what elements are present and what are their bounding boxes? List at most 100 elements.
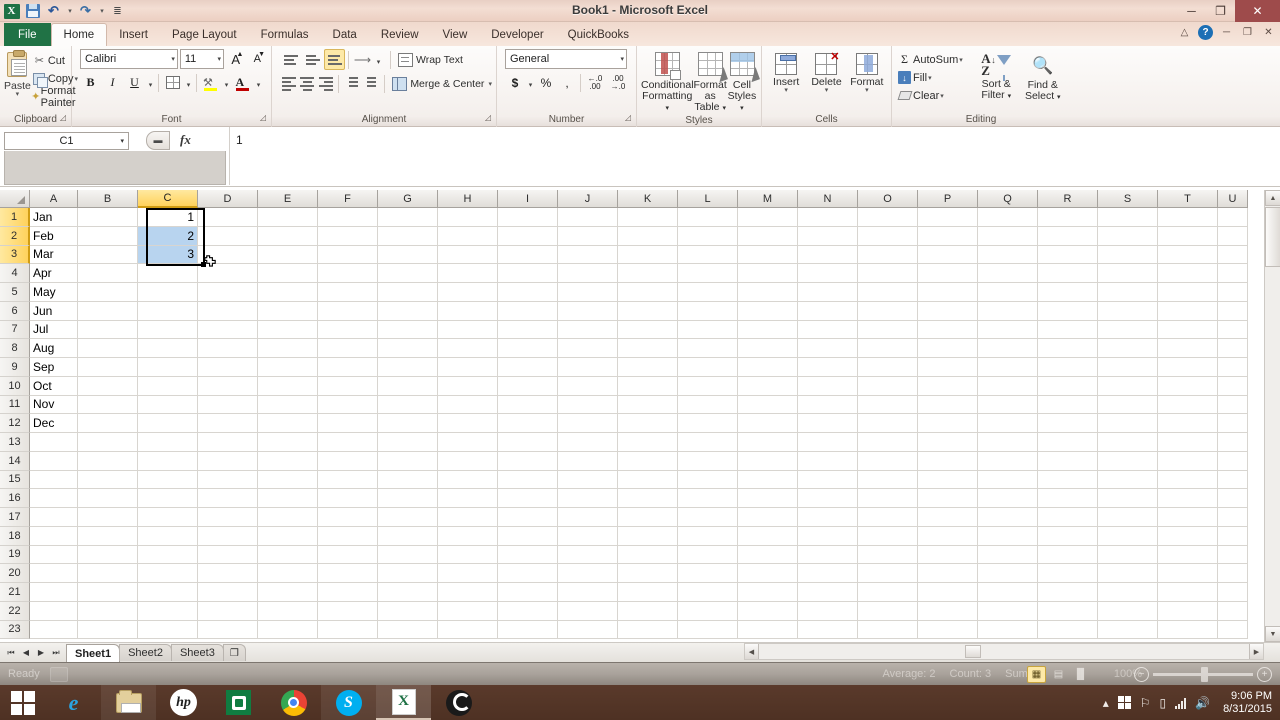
cell-D1[interactable] [198,208,258,227]
cell-T23[interactable] [1158,620,1218,640]
cell-C9[interactable] [138,358,198,377]
cell-C15[interactable] [138,470,198,490]
cell-G18[interactable] [378,526,438,546]
cell-L15[interactable] [678,470,738,490]
cell-O20[interactable] [858,564,918,583]
cell-H1[interactable] [438,208,498,227]
workbook-restore-icon[interactable]: ❐ [1240,25,1255,40]
cell-K11[interactable] [618,395,678,415]
font-dialog-launcher-icon[interactable]: ◿ [258,113,268,123]
cell-O13[interactable] [858,433,918,452]
cell-D8[interactable] [198,339,258,358]
cell-I18[interactable] [498,526,558,546]
cell-G21[interactable] [378,583,438,602]
cell-L7[interactable] [678,320,738,340]
cell-J10[interactable] [558,376,618,396]
cell-K9[interactable] [618,358,678,377]
cell-R23[interactable] [1038,620,1098,640]
cell-O1[interactable] [858,208,918,227]
cell-S4[interactable] [1098,264,1158,283]
cell-K12[interactable] [618,414,678,433]
cell-O9[interactable] [858,358,918,377]
cell-G19[interactable] [378,545,438,565]
cell-D2[interactable] [198,226,258,246]
cell-P11[interactable] [918,395,978,415]
cell-G12[interactable] [378,414,438,433]
cell-C16[interactable] [138,489,198,508]
cell-C3[interactable]: 3 [138,245,198,265]
format-cells-button[interactable]: Format ▾ [847,49,887,94]
cell-C8[interactable] [138,339,198,358]
cell-A12[interactable]: Dec [30,414,78,433]
cell-U5[interactable] [1218,283,1248,302]
cell-N1[interactable] [798,208,858,227]
cell-T7[interactable] [1158,320,1218,340]
cell-L2[interactable] [678,226,738,246]
cell-A19[interactable] [30,545,78,565]
taskbar-obs[interactable] [431,685,486,720]
cell-N6[interactable] [798,301,858,321]
underline-dropdown-icon[interactable]: ▾ [146,72,155,93]
cell-K8[interactable] [618,339,678,358]
orientation-dropdown-icon[interactable]: ▾ [374,49,383,70]
tab-insert[interactable]: Insert [107,23,160,46]
cell-D20[interactable] [198,564,258,583]
name-box-chevron-down-icon[interactable]: ▾ [120,137,124,145]
cell-O15[interactable] [858,470,918,490]
cell-J7[interactable] [558,320,618,340]
cell-P5[interactable] [918,283,978,302]
align-right-button[interactable] [317,73,335,94]
tab-developer[interactable]: Developer [479,23,555,46]
cell-E4[interactable] [258,264,318,283]
cell-E9[interactable] [258,358,318,377]
cell-H13[interactable] [438,433,498,452]
cell-Q8[interactable] [978,339,1038,358]
cell-D16[interactable] [198,489,258,508]
cell-S10[interactable] [1098,376,1158,396]
cell-C14[interactable] [138,451,198,471]
row-header-13[interactable]: 13 [0,433,30,452]
cell-F7[interactable] [318,320,378,340]
cell-F22[interactable] [318,601,378,621]
cell-N2[interactable] [798,226,858,246]
horizontal-scroll-thumb[interactable] [965,645,981,658]
taskbar-skype[interactable]: S [321,685,376,720]
cell-U8[interactable] [1218,339,1248,358]
column-header-J[interactable]: J [558,190,618,208]
cell-O6[interactable] [858,301,918,321]
cell-J12[interactable] [558,414,618,433]
cell-Q9[interactable] [978,358,1038,377]
cell-R17[interactable] [1038,508,1098,527]
row-header-6[interactable]: 6 [0,301,30,321]
cell-Q4[interactable] [978,264,1038,283]
cell-B21[interactable] [78,583,138,602]
cell-E11[interactable] [258,395,318,415]
cell-A15[interactable] [30,470,78,490]
cell-J6[interactable] [558,301,618,321]
cell-U12[interactable] [1218,414,1248,433]
cell-T21[interactable] [1158,583,1218,602]
cell-A10[interactable]: Oct [30,376,78,396]
cell-J23[interactable] [558,620,618,640]
cell-G15[interactable] [378,470,438,490]
align-left-button[interactable] [280,73,298,94]
cell-B11[interactable] [78,395,138,415]
row-header-11[interactable]: 11 [0,395,30,415]
cell-L20[interactable] [678,564,738,583]
cell-D15[interactable] [198,470,258,490]
cell-P23[interactable] [918,620,978,640]
row-header-22[interactable]: 22 [0,601,30,621]
row-header-21[interactable]: 21 [0,583,30,602]
cell-D11[interactable] [198,395,258,415]
cell-O10[interactable] [858,376,918,396]
cell-B20[interactable] [78,564,138,583]
column-header-A[interactable]: A [30,190,78,208]
cell-S13[interactable] [1098,433,1158,452]
cell-C4[interactable] [138,264,198,283]
cell-S16[interactable] [1098,489,1158,508]
horizontal-scrollbar[interactable]: ◀ ▶ [744,643,1264,660]
cell-S12[interactable] [1098,414,1158,433]
format-as-table-button[interactable]: Format as Table ▾ [694,49,729,114]
taskbar-hp-support[interactable]: hp [156,685,211,720]
cell-J8[interactable] [558,339,618,358]
